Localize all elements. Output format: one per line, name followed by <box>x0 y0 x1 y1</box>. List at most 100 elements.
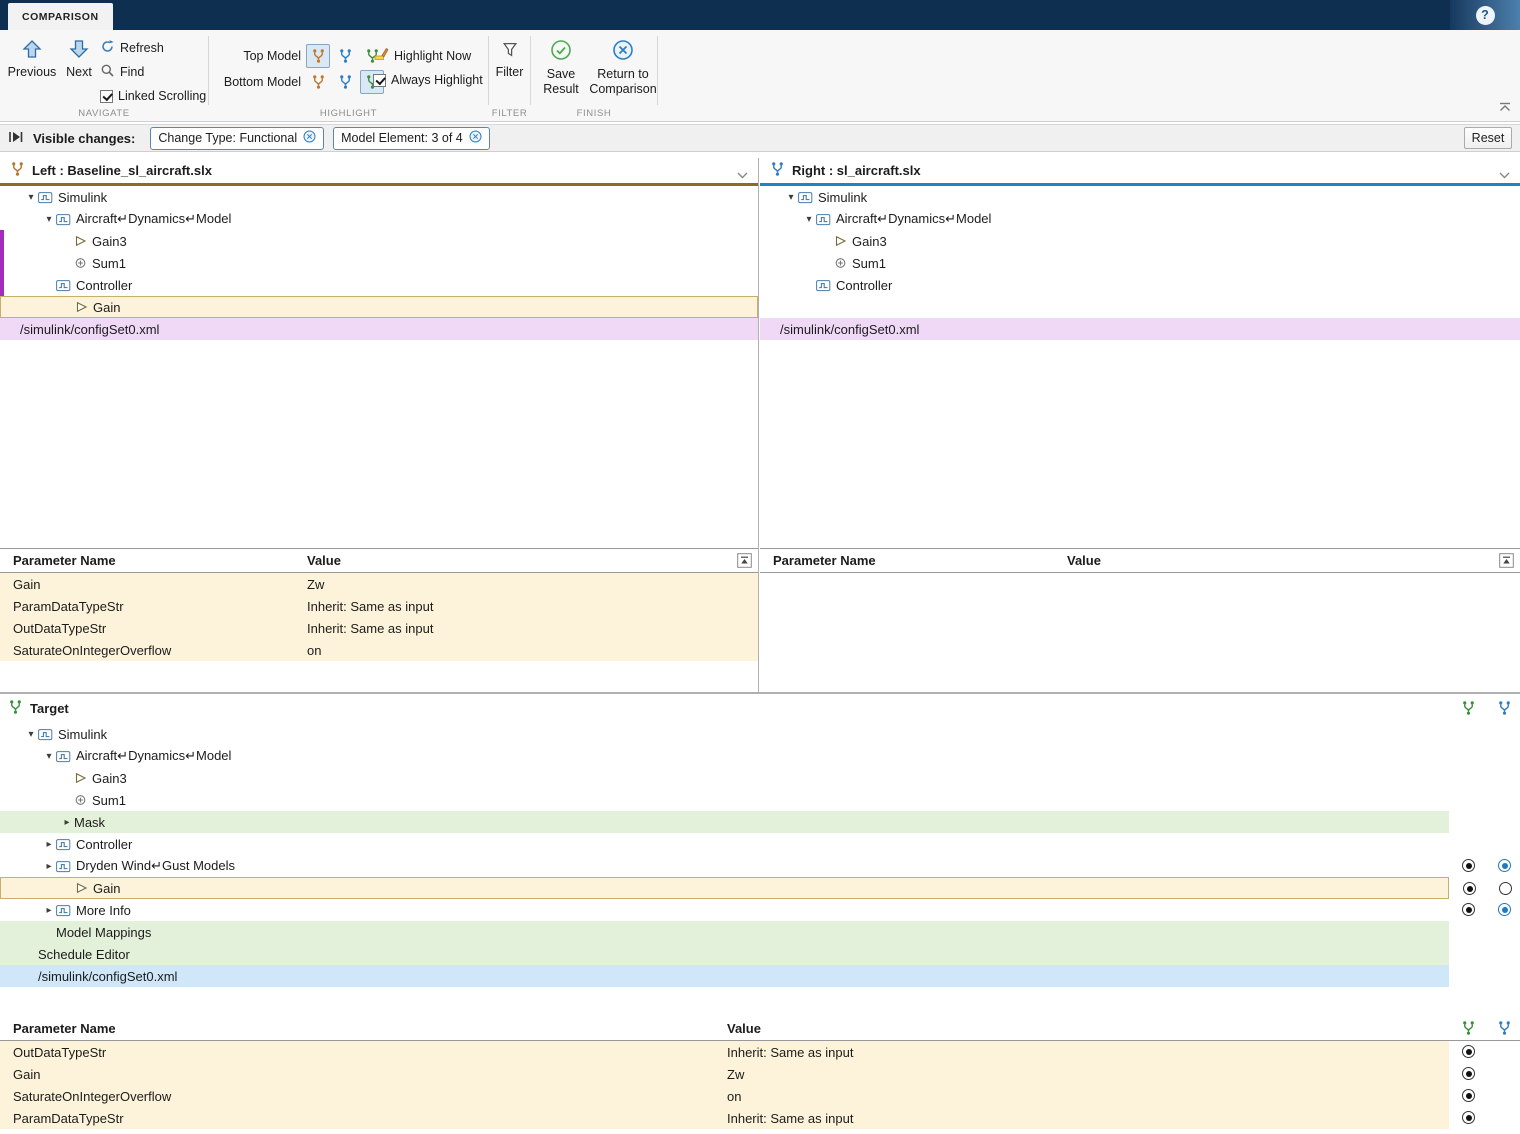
merge-choice-radio-left[interactable] <box>1462 1111 1475 1124</box>
parameter-row[interactable]: OutDataTypeStrInherit: Same as input <box>0 1041 1449 1063</box>
merge-choice-radio-left[interactable] <box>1462 1045 1475 1058</box>
chevron-down-icon[interactable]: ▾ <box>42 751 56 762</box>
merge-choice-radio-left[interactable] <box>1462 1089 1475 1102</box>
parameter-row[interactable]: SaturateOnIntegerOverflowon <box>0 639 758 661</box>
chevron-down-icon[interactable]: ▾ <box>24 192 38 203</box>
tab-title: COMPARISON <box>22 11 99 23</box>
chevron-down-icon[interactable] <box>737 167 748 182</box>
tree-row[interactable]: Gain3 <box>760 230 1520 252</box>
filter-chip-change-type[interactable]: Change Type: Functional <box>150 127 324 150</box>
parameter-row[interactable]: SaturateOnIntegerOverflowon <box>0 1085 1449 1107</box>
chip-label: Change Type: Functional <box>158 131 297 145</box>
tree-row[interactable]: ▾Aircraft↵Dynamics↵Model <box>760 208 1520 230</box>
collapse-parameters-icon[interactable] <box>737 553 752 571</box>
chevron-down-icon[interactable]: ▾ <box>42 214 56 225</box>
parameter-row[interactable]: GainZw <box>0 1063 1449 1085</box>
tree-node-label: /simulink/configSet0.xml <box>38 969 177 984</box>
return-to-comparison-button[interactable]: Return to Comparison <box>591 39 655 96</box>
merge-source-right-column-icon[interactable] <box>1497 700 1512 719</box>
merge-choice-radio-right[interactable] <box>1498 859 1511 872</box>
parameter-row[interactable]: OutDataTypeStrInherit: Same as input <box>0 617 758 639</box>
tree-row[interactable]: Controller <box>0 274 758 296</box>
left-pane-header[interactable]: Left : Baseline_sl_aircraft.slx <box>0 158 758 186</box>
linked-scrolling-checkbox[interactable]: Linked Scrolling <box>100 87 206 105</box>
help-button[interactable]: ? <box>1476 6 1495 25</box>
tab-comparison[interactable]: COMPARISON <box>8 3 113 30</box>
tree-row[interactable]: /simulink/configSet0.xml <box>0 318 758 340</box>
close-x-circle-icon <box>612 39 634 67</box>
remove-filter-icon[interactable] <box>469 130 482 146</box>
highlight-group: Top Model Bottom Model Highlight Now Alw… <box>209 30 488 121</box>
bottom-model-merge-orange-icon[interactable] <box>306 70 330 94</box>
previous-button[interactable]: Previous <box>6 39 58 79</box>
tree-row[interactable]: Sum1 <box>0 789 1449 811</box>
collapse-ribbon-button[interactable] <box>1498 100 1512 115</box>
merge-source-left-column-icon[interactable] <box>1461 700 1476 719</box>
merge-choice-radio-right[interactable] <box>1498 903 1511 916</box>
refresh-button[interactable]: Refresh <box>100 39 164 57</box>
right-pane-title: Right : sl_aircraft.slx <box>792 163 921 178</box>
right-model-tree: ▾Simulink▾Aircraft↵Dynamics↵ModelGain3 Su… <box>760 186 1520 548</box>
merge-source-left-column-icon[interactable] <box>1461 1020 1476 1039</box>
tree-row[interactable]: Controller <box>760 274 1520 296</box>
tree-node-label: Gain <box>93 881 120 896</box>
highlight-now-button[interactable]: Highlight Now <box>373 46 471 65</box>
chevron-down-icon[interactable]: ▾ <box>24 729 38 740</box>
tree-row[interactable]: ▾Simulink <box>760 186 1520 208</box>
reset-button[interactable]: Reset <box>1464 127 1512 149</box>
chevron-right-icon[interactable]: ▸ <box>42 905 56 916</box>
tree-row[interactable]: ▾Aircraft↵Dynamics↵Model <box>0 208 758 230</box>
merge-choice-radio-left[interactable] <box>1462 859 1475 872</box>
parameter-row[interactable]: ParamDataTypeStrInherit: Same as input <box>0 1107 1449 1129</box>
tree-row[interactable]: ▾Simulink <box>0 186 758 208</box>
save-result-label-2: Result <box>543 82 578 96</box>
merge-choice-radio-right[interactable] <box>1499 882 1512 895</box>
right-pane-header[interactable]: Right : sl_aircraft.slx <box>760 158 1520 186</box>
merge-source-right-column-icon[interactable] <box>1497 1020 1512 1039</box>
right-parameter-header: Parameter Name Value <box>760 549 1520 573</box>
chevron-down-icon[interactable]: ▾ <box>802 214 816 225</box>
tree-row[interactable]: ▸More Info <box>0 899 1449 921</box>
parameter-row[interactable]: ParamDataTypeStrInherit: Same as input <box>0 595 758 617</box>
find-button[interactable]: Find <box>100 63 144 81</box>
previous-label: Previous <box>8 65 57 79</box>
tree-row[interactable]: ▾Simulink <box>0 723 1449 745</box>
tree-row[interactable]: Schedule Editor <box>0 943 1449 965</box>
tree-row[interactable]: Model Mappings <box>0 921 1449 943</box>
always-highlight-checkbox[interactable]: Always Highlight <box>373 73 483 87</box>
chevron-right-icon[interactable]: ▸ <box>42 861 56 872</box>
merge-choice-radio-left[interactable] <box>1463 882 1476 895</box>
filter-chip-model-element[interactable]: Model Element: 3 of 4 <box>333 127 490 150</box>
remove-filter-icon[interactable] <box>303 130 316 146</box>
subsystem-block-icon <box>56 279 71 292</box>
chevron-right-icon[interactable]: ▸ <box>42 839 56 850</box>
tree-row[interactable]: Sum1 <box>760 252 1520 274</box>
chevron-down-icon[interactable] <box>1499 167 1510 182</box>
tree-row[interactable]: ▸Dryden Wind↵Gust Models <box>0 855 1449 877</box>
tree-row[interactable]: Gain <box>0 877 1449 899</box>
tree-row[interactable]: ▾Aircraft↵Dynamics↵Model <box>0 745 1449 767</box>
top-model-merge-blue-icon[interactable] <box>333 44 357 68</box>
filter-button[interactable]: Filter <box>489 41 530 79</box>
tree-row[interactable]: /simulink/configSet0.xml <box>0 965 1449 987</box>
tree-row[interactable]: Gain3 <box>0 767 1449 789</box>
tree-row[interactable]: /simulink/configSet0.xml <box>760 318 1520 340</box>
tree-row[interactable]: Sum1 <box>0 252 758 274</box>
bottom-model-merge-blue-icon[interactable] <box>333 70 357 94</box>
tree-row[interactable]: ▸Controller <box>0 833 1449 855</box>
chevron-down-icon[interactable]: ▾ <box>784 192 798 203</box>
parameter-row[interactable]: GainZw <box>0 573 758 595</box>
merge-choice-radio-left[interactable] <box>1462 903 1475 916</box>
next-button[interactable]: Next <box>60 39 98 79</box>
collapse-parameters-icon[interactable] <box>1499 553 1514 571</box>
tree-row[interactable]: Gain3 <box>0 230 758 252</box>
tree-row[interactable]: ▸Mask <box>0 811 1449 833</box>
parameter-value: Zw <box>727 1067 744 1082</box>
tree-node-label: Sum1 <box>852 256 886 271</box>
top-model-merge-orange-icon[interactable] <box>306 44 330 68</box>
tree-row[interactable]: Gain <box>0 296 758 318</box>
save-result-button[interactable]: Save Result <box>533 39 589 96</box>
merge-choice-radio-left[interactable] <box>1462 1067 1475 1080</box>
merge-branch-left-icon <box>10 161 25 180</box>
chevron-right-icon[interactable]: ▸ <box>60 817 74 828</box>
